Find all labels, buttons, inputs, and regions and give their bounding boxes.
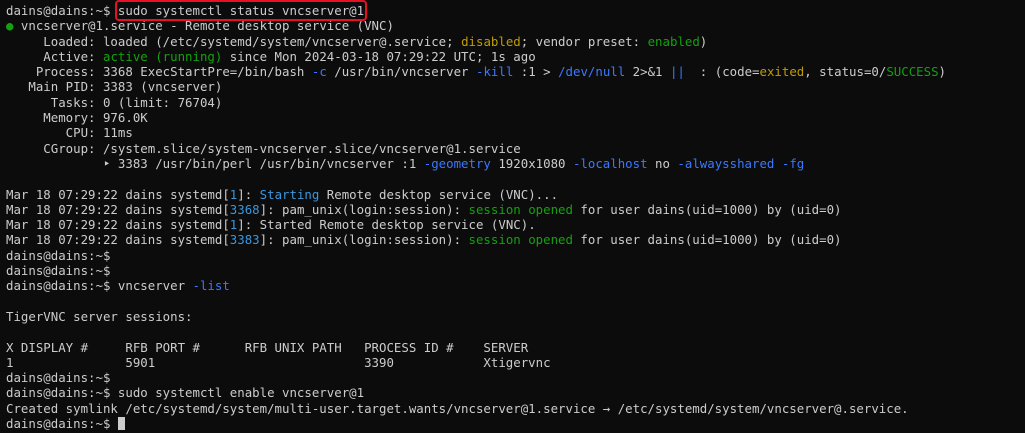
- terminal-text: ; vendor preset:: [520, 33, 648, 49]
- terminal-line: dains@dains:~$ vncserver -list: [6, 278, 1025, 293]
- terminal-line: Mar 18 07:29:22 dains systemd[3368]: pam…: [6, 202, 1025, 217]
- terminal-text: ‣ 3383 /usr/bin/perl /usr/bin/vncserver …: [6, 155, 424, 171]
- terminal-line: dains@dains:~$ sudo systemctl status vnc…: [6, 0, 1025, 21]
- terminal-text: Memory: 976.0K: [6, 110, 148, 126]
- terminal-text: CPU: 11ms: [6, 125, 133, 141]
- terminal-line: dains@dains:~$: [6, 370, 1025, 385]
- terminal-text: for user dains(uid=1000) by (uid=0): [572, 201, 842, 217]
- terminal-line: dains@dains:~$ sudo systemctl enable vnc…: [6, 385, 1025, 400]
- terminal-text: 3383: [229, 232, 260, 248]
- terminal-text: -kill: [475, 64, 514, 80]
- terminal-text: active (running): [102, 48, 223, 64]
- terminal-window[interactable]: dains@dains:~$ sudo systemctl status vnc…: [0, 0, 1025, 433]
- terminal-text: ●: [6, 18, 21, 34]
- terminal-text: /usr/bin/vncserver: [326, 64, 476, 80]
- terminal-text: dains@dains:~$ vncserver: [6, 278, 193, 294]
- terminal-text: 1 5901 3390 Xtigervnc: [6, 354, 551, 370]
- terminal-text: 3368: [229, 201, 260, 217]
- terminal-line: CPU: 11ms: [6, 125, 1025, 140]
- terminal-text: session opened: [468, 201, 573, 217]
- highlighted-command: sudo systemctl status vncserver@1: [114, 0, 368, 21]
- terminal-line: dains@dains:~$: [6, 416, 1025, 431]
- terminal-text: Created symlink /etc/systemd/system/mult…: [6, 400, 909, 416]
- terminal-text: CGroup: /system.slice/system-vncserver.s…: [6, 140, 521, 156]
- terminal-text: Starting: [259, 186, 320, 202]
- terminal-line: Main PID: 3383 (vncserver): [6, 79, 1025, 94]
- terminal-line: Mar 18 07:29:22 dains systemd[1]: Starte…: [6, 217, 1025, 232]
- terminal-line: CGroup: /system.slice/system-vncserver.s…: [6, 141, 1025, 156]
- terminal-text: Active:: [6, 48, 103, 64]
- terminal-text: Mar 18 07:29:22 dains systemd[: [6, 217, 230, 233]
- terminal-text: for user dains(uid=1000) by (uid=0): [572, 232, 842, 248]
- terminal-text: vncserver@1.service - Remote desktop ser…: [20, 18, 394, 34]
- terminal-text: TigerVNC server sessions:: [6, 308, 193, 324]
- terminal-text: /dev/null: [558, 64, 626, 80]
- terminal-text: 2>&1: [625, 64, 670, 80]
- terminal-text: Process: 3368 ExecStartPre=/bin/bash: [6, 64, 312, 80]
- terminal-text: Remote desktop service (VNC)...: [319, 186, 559, 202]
- terminal-text: ]: pam_unix(login:session):: [259, 232, 469, 248]
- terminal-line: Memory: 976.0K: [6, 110, 1025, 125]
- terminal-line: Active: active (running) since Mon 2024-…: [6, 49, 1025, 64]
- terminal-text: session opened: [468, 232, 573, 248]
- terminal-line: Process: 3368 ExecStartPre=/bin/bash -c …: [6, 64, 1025, 79]
- terminal-text: dains@dains:~$ sudo systemctl enable vnc…: [6, 385, 365, 401]
- terminal-text: Tasks: 0 (limit: 76704): [6, 94, 223, 110]
- terminal-line: Loaded: loaded (/etc/systemd/system/vncs…: [6, 34, 1025, 49]
- terminal-line: dains@dains:~$: [6, 248, 1025, 263]
- terminal-text: X DISPLAY # RFB PORT # RFB UNIX PATH PRO…: [6, 339, 529, 355]
- terminal-text: ]:: [237, 186, 260, 202]
- terminal-text: -localhost: [572, 155, 648, 171]
- terminal-text: Mar 18 07:29:22 dains systemd[: [6, 186, 230, 202]
- terminal-text: ||: [669, 64, 685, 80]
- terminal-line: ● vncserver@1.service - Remote desktop s…: [6, 18, 1025, 33]
- terminal-text: -geometry: [423, 155, 491, 171]
- terminal-text: : (code=: [684, 64, 760, 80]
- terminal-text: dains@dains:~$: [6, 370, 111, 386]
- terminal-text: :1 >: [513, 64, 559, 80]
- terminal-text: SUCCESS: [886, 64, 939, 80]
- terminal-text: no: [647, 155, 678, 171]
- terminal-text: ): [699, 33, 708, 49]
- terminal-line: Mar 18 07:29:22 dains systemd[3383]: pam…: [6, 232, 1025, 247]
- terminal-text: -c: [311, 64, 327, 80]
- terminal-text: exited: [759, 64, 805, 80]
- terminal-text: enabled: [647, 33, 700, 49]
- terminal-line: TigerVNC server sessions:: [6, 309, 1025, 324]
- terminal-text: dains@dains:~$: [6, 263, 111, 279]
- terminal-text: ]: Started Remote desktop service (VNC).: [237, 217, 536, 233]
- terminal-line: Tasks: 0 (limit: 76704): [6, 95, 1025, 110]
- terminal-line: 1 5901 3390 Xtigervnc: [6, 355, 1025, 370]
- terminal-text: dains@dains:~$: [6, 3, 118, 18]
- terminal-text: 1920x1080: [490, 155, 573, 171]
- terminal-text: disabled: [461, 33, 521, 49]
- text-cursor: [117, 417, 125, 431]
- terminal-text: -alwaysshared: [677, 155, 775, 171]
- terminal-text: since Mon 2024-03-18 07:29:22 UTC; 1s ag…: [222, 48, 536, 64]
- terminal-line: dains@dains:~$: [6, 263, 1025, 278]
- terminal-text: Loaded: loaded (/etc/systemd/system/vncs…: [6, 33, 462, 49]
- terminal-text: dains@dains:~$: [6, 416, 118, 432]
- terminal-line: Mar 18 07:29:22 dains systemd[1]: Starti…: [6, 187, 1025, 202]
- terminal-text: ): [938, 64, 947, 80]
- terminal-text: dains@dains:~$: [6, 247, 111, 263]
- terminal-text: Mar 18 07:29:22 dains systemd[: [6, 201, 230, 217]
- terminal-text: ]: pam_unix(login:session):: [259, 201, 469, 217]
- terminal-line: ‣ 3383 /usr/bin/perl /usr/bin/vncserver …: [6, 156, 1025, 171]
- terminal-text: Main PID: 3383 (vncserver): [6, 79, 223, 95]
- terminal-text: Mar 18 07:29:22 dains systemd[: [6, 232, 230, 248]
- terminal-line: X DISPLAY # RFB PORT # RFB UNIX PATH PRO…: [6, 340, 1025, 355]
- terminal-line: Created symlink /etc/systemd/system/mult…: [6, 401, 1025, 416]
- terminal-text: , status=0/: [804, 64, 887, 80]
- terminal-text: -fg: [781, 155, 805, 171]
- terminal-text: -list: [192, 278, 230, 294]
